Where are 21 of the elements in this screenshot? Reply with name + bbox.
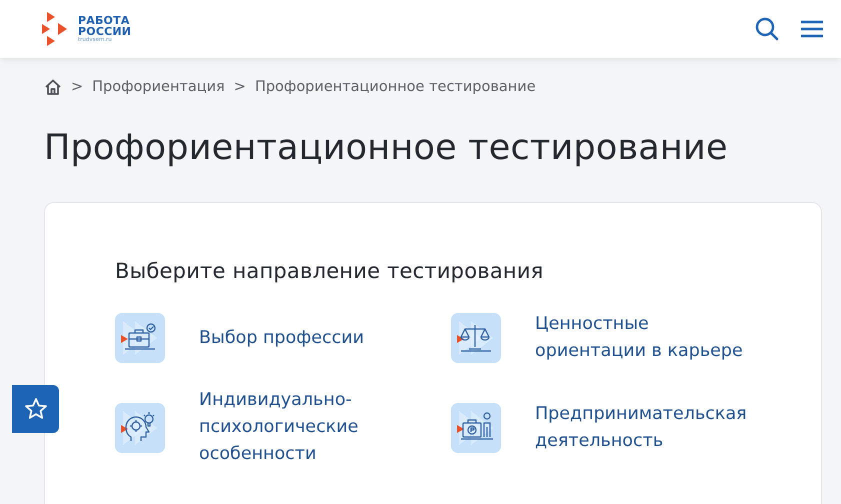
- breadcrumb-link[interactable]: Профориентация: [92, 79, 225, 95]
- home-icon[interactable]: [44, 79, 62, 95]
- breadcrumb-separator: >: [71, 79, 84, 95]
- breadcrumb-separator: >: [234, 79, 246, 95]
- test-option-link[interactable]: Индивидуально-психологические особенности: [199, 387, 421, 468]
- head-lightbulb-icon: [115, 402, 165, 452]
- briefcase-icon: [115, 313, 165, 363]
- logo-text: РАБОТА: [78, 14, 131, 26]
- test-option-link[interactable]: Ценностные ориентации в карьере: [535, 311, 751, 365]
- star-icon: [24, 397, 48, 421]
- person-case-icon: [451, 402, 501, 452]
- test-option-link[interactable]: Предпринимательская деятельность: [535, 400, 751, 454]
- section-heading: Выберите направление тестирования: [115, 259, 544, 283]
- test-option-link[interactable]: Выбор профессии: [199, 324, 421, 352]
- logo-text: РОССИИ: [78, 26, 132, 37]
- search-icon[interactable]: [755, 17, 779, 41]
- menu-icon[interactable]: [801, 20, 823, 38]
- scales-icon: [451, 313, 501, 363]
- page-title: Профориентационное тестирование: [44, 128, 729, 168]
- favorite-button[interactable]: [12, 385, 59, 433]
- breadcrumb-link[interactable]: Профориентационное тестирование: [254, 79, 536, 95]
